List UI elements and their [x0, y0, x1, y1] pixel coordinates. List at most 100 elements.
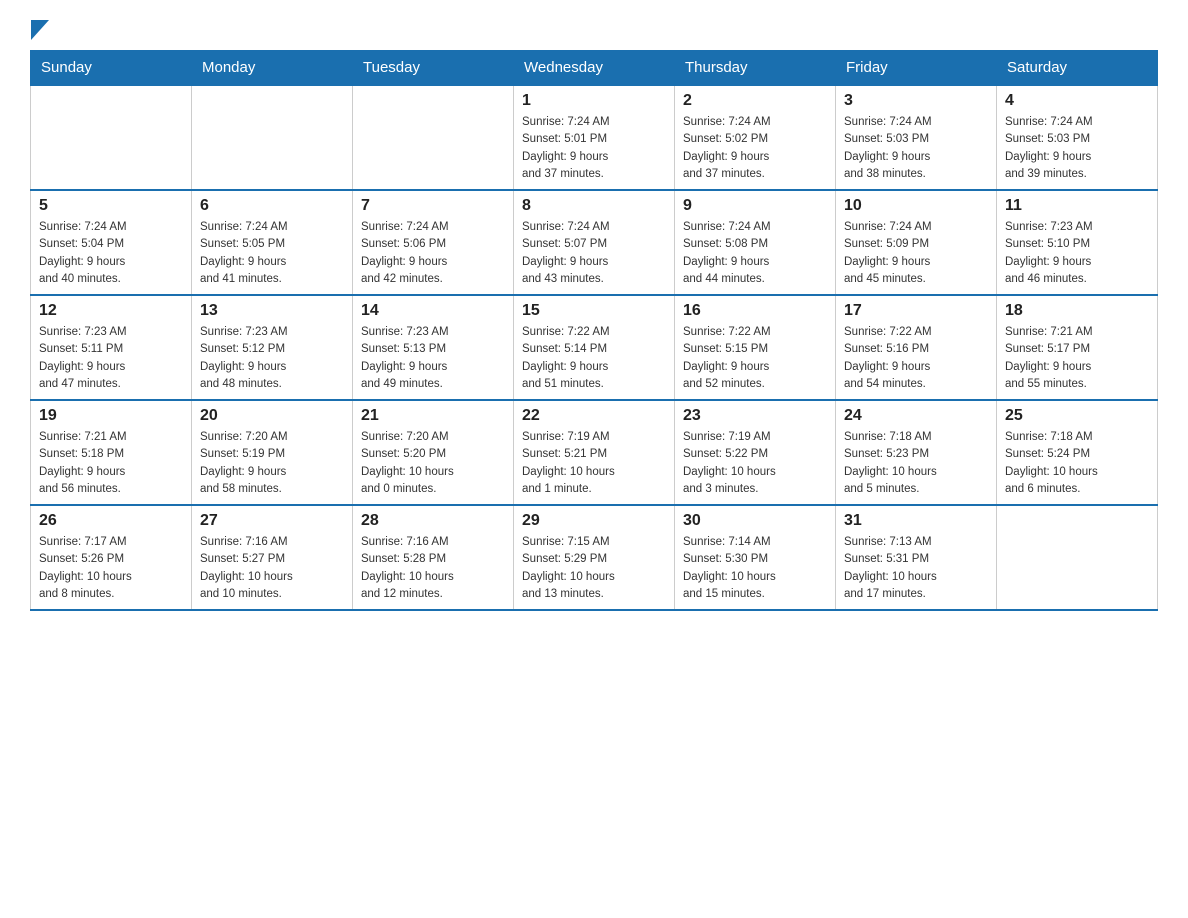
calendar-table: SundayMondayTuesdayWednesdayThursdayFrid… — [30, 50, 1158, 611]
day-info: Sunrise: 7:17 AM Sunset: 5:26 PM Dayligh… — [39, 534, 183, 603]
calendar-cell: 15 Sunrise: 7:22 AM Sunset: 5:14 PM Dayli… — [514, 295, 675, 400]
calendar-cell: 10 Sunrise: 7:24 AM Sunset: 5:09 PM Dayli… — [836, 190, 997, 295]
calendar-header-monday: Monday — [192, 51, 353, 86]
day-number: 31 — [844, 512, 988, 530]
calendar-cell: 3Sunrise: 7:24 AM Sunset: 5:03 PM Daylig… — [836, 85, 997, 190]
day-number: 27 — [200, 512, 344, 530]
calendar-header-thursday: Thursday — [675, 51, 836, 86]
calendar-cell: 29 Sunrise: 7:15 AM Sunset: 5:29 PM Dayli… — [514, 505, 675, 610]
day-number: 24 — [844, 407, 988, 425]
calendar-cell: 13 Sunrise: 7:23 AM Sunset: 5:12 PM Dayli… — [192, 295, 353, 400]
day-info: Sunrise: 7:14 AM Sunset: 5:30 PM Dayligh… — [683, 534, 827, 603]
calendar-header-row: SundayMondayTuesdayWednesdayThursdayFrid… — [31, 51, 1158, 86]
day-number: 22 — [522, 407, 666, 425]
calendar-cell — [31, 85, 192, 190]
day-info: Sunrise: 7:24 AM Sunset: 5:08 PM Dayligh… — [683, 219, 827, 288]
day-number: 16 — [683, 302, 827, 320]
calendar-cell: 6 Sunrise: 7:24 AM Sunset: 5:05 PM Daylig… — [192, 190, 353, 295]
day-number: 19 — [39, 407, 183, 425]
calendar-week-row: 12Sunrise: 7:23 AM Sunset: 5:11 PM Dayli… — [31, 295, 1158, 400]
day-number: 29 — [522, 512, 666, 530]
day-number: 25 — [1005, 407, 1149, 425]
day-info: Sunrise: 7:24 AM Sunset: 5:01 PM Dayligh… — [522, 114, 666, 183]
calendar-cell: 21 Sunrise: 7:20 AM Sunset: 5:20 PM Dayli… — [353, 400, 514, 505]
day-number: 21 — [361, 407, 505, 425]
calendar-week-row: 5 Sunrise: 7:24 AM Sunset: 5:04 PM Daylig… — [31, 190, 1158, 295]
day-info: Sunrise: 7:24 AM Sunset: 5:07 PM Dayligh… — [522, 219, 666, 288]
day-info: Sunrise: 7:24 AM Sunset: 5:04 PM Dayligh… — [39, 219, 183, 288]
day-info: Sunrise: 7:16 AM Sunset: 5:27 PM Dayligh… — [200, 534, 344, 603]
calendar-header-saturday: Saturday — [997, 51, 1158, 86]
day-info: Sunrise: 7:24 AM Sunset: 5:03 PM Dayligh… — [1005, 114, 1149, 183]
day-info: Sunrise: 7:15 AM Sunset: 5:29 PM Dayligh… — [522, 534, 666, 603]
calendar-cell: 12Sunrise: 7:23 AM Sunset: 5:11 PM Dayli… — [31, 295, 192, 400]
calendar-cell: 27 Sunrise: 7:16 AM Sunset: 5:27 PM Dayli… — [192, 505, 353, 610]
day-number: 15 — [522, 302, 666, 320]
calendar-cell — [353, 85, 514, 190]
calendar-cell: 11Sunrise: 7:23 AM Sunset: 5:10 PM Dayli… — [997, 190, 1158, 295]
calendar-cell: 26 Sunrise: 7:17 AM Sunset: 5:26 PM Dayli… — [31, 505, 192, 610]
day-info: Sunrise: 7:24 AM Sunset: 5:09 PM Dayligh… — [844, 219, 988, 288]
calendar-cell: 24 Sunrise: 7:18 AM Sunset: 5:23 PM Dayli… — [836, 400, 997, 505]
calendar-cell: 8 Sunrise: 7:24 AM Sunset: 5:07 PM Daylig… — [514, 190, 675, 295]
day-number: 28 — [361, 512, 505, 530]
calendar-header-wednesday: Wednesday — [514, 51, 675, 86]
day-number: 1 — [522, 92, 666, 110]
calendar-cell: 25 Sunrise: 7:18 AM Sunset: 5:24 PM Dayli… — [997, 400, 1158, 505]
day-number: 20 — [200, 407, 344, 425]
calendar-cell: 1 Sunrise: 7:24 AM Sunset: 5:01 PM Daylig… — [514, 85, 675, 190]
day-number: 11 — [1005, 197, 1149, 215]
calendar-cell: 4 Sunrise: 7:24 AM Sunset: 5:03 PM Daylig… — [997, 85, 1158, 190]
day-info: Sunrise: 7:24 AM Sunset: 5:06 PM Dayligh… — [361, 219, 505, 288]
calendar-cell: 14 Sunrise: 7:23 AM Sunset: 5:13 PM Dayli… — [353, 295, 514, 400]
calendar-week-row: 19 Sunrise: 7:21 AM Sunset: 5:18 PM Dayli… — [31, 400, 1158, 505]
calendar-cell: 22Sunrise: 7:19 AM Sunset: 5:21 PM Dayli… — [514, 400, 675, 505]
day-info: Sunrise: 7:22 AM Sunset: 5:16 PM Dayligh… — [844, 324, 988, 393]
day-info: Sunrise: 7:19 AM Sunset: 5:22 PM Dayligh… — [683, 429, 827, 498]
calendar-cell — [192, 85, 353, 190]
day-info: Sunrise: 7:18 AM Sunset: 5:23 PM Dayligh… — [844, 429, 988, 498]
day-number: 13 — [200, 302, 344, 320]
day-number: 4 — [1005, 92, 1149, 110]
day-number: 18 — [1005, 302, 1149, 320]
day-info: Sunrise: 7:23 AM Sunset: 5:12 PM Dayligh… — [200, 324, 344, 393]
calendar-cell: 31 Sunrise: 7:13 AM Sunset: 5:31 PM Dayli… — [836, 505, 997, 610]
day-number: 8 — [522, 197, 666, 215]
calendar-header-tuesday: Tuesday — [353, 51, 514, 86]
calendar-cell: 28Sunrise: 7:16 AM Sunset: 5:28 PM Dayli… — [353, 505, 514, 610]
day-info: Sunrise: 7:23 AM Sunset: 5:13 PM Dayligh… — [361, 324, 505, 393]
day-number: 10 — [844, 197, 988, 215]
day-number: 2 — [683, 92, 827, 110]
calendar-cell: 7 Sunrise: 7:24 AM Sunset: 5:06 PM Daylig… — [353, 190, 514, 295]
calendar-header-sunday: Sunday — [31, 51, 192, 86]
day-info: Sunrise: 7:21 AM Sunset: 5:18 PM Dayligh… — [39, 429, 183, 498]
calendar-cell: 23Sunrise: 7:19 AM Sunset: 5:22 PM Dayli… — [675, 400, 836, 505]
logo-triangle-icon — [31, 20, 49, 40]
page-header — [30, 20, 1158, 40]
day-number: 30 — [683, 512, 827, 530]
day-info: Sunrise: 7:21 AM Sunset: 5:17 PM Dayligh… — [1005, 324, 1149, 393]
day-info: Sunrise: 7:24 AM Sunset: 5:05 PM Dayligh… — [200, 219, 344, 288]
calendar-cell: 20 Sunrise: 7:20 AM Sunset: 5:19 PM Dayli… — [192, 400, 353, 505]
calendar-cell: 16Sunrise: 7:22 AM Sunset: 5:15 PM Dayli… — [675, 295, 836, 400]
calendar-cell: 19 Sunrise: 7:21 AM Sunset: 5:18 PM Dayli… — [31, 400, 192, 505]
day-info: Sunrise: 7:24 AM Sunset: 5:02 PM Dayligh… — [683, 114, 827, 183]
calendar-week-row: 1 Sunrise: 7:24 AM Sunset: 5:01 PM Daylig… — [31, 85, 1158, 190]
calendar-cell: 18 Sunrise: 7:21 AM Sunset: 5:17 PM Dayli… — [997, 295, 1158, 400]
calendar-cell: 5 Sunrise: 7:24 AM Sunset: 5:04 PM Daylig… — [31, 190, 192, 295]
calendar-cell — [997, 505, 1158, 610]
calendar-cell: 17 Sunrise: 7:22 AM Sunset: 5:16 PM Dayli… — [836, 295, 997, 400]
calendar-cell: 2 Sunrise: 7:24 AM Sunset: 5:02 PM Daylig… — [675, 85, 836, 190]
day-number: 26 — [39, 512, 183, 530]
day-number: 5 — [39, 197, 183, 215]
day-info: Sunrise: 7:20 AM Sunset: 5:19 PM Dayligh… — [200, 429, 344, 498]
day-number: 7 — [361, 197, 505, 215]
day-number: 6 — [200, 197, 344, 215]
day-number: 14 — [361, 302, 505, 320]
day-info: Sunrise: 7:13 AM Sunset: 5:31 PM Dayligh… — [844, 534, 988, 603]
day-info: Sunrise: 7:22 AM Sunset: 5:14 PM Dayligh… — [522, 324, 666, 393]
day-info: Sunrise: 7:20 AM Sunset: 5:20 PM Dayligh… — [361, 429, 505, 498]
day-info: Sunrise: 7:18 AM Sunset: 5:24 PM Dayligh… — [1005, 429, 1149, 498]
calendar-header-friday: Friday — [836, 51, 997, 86]
day-number: 17 — [844, 302, 988, 320]
